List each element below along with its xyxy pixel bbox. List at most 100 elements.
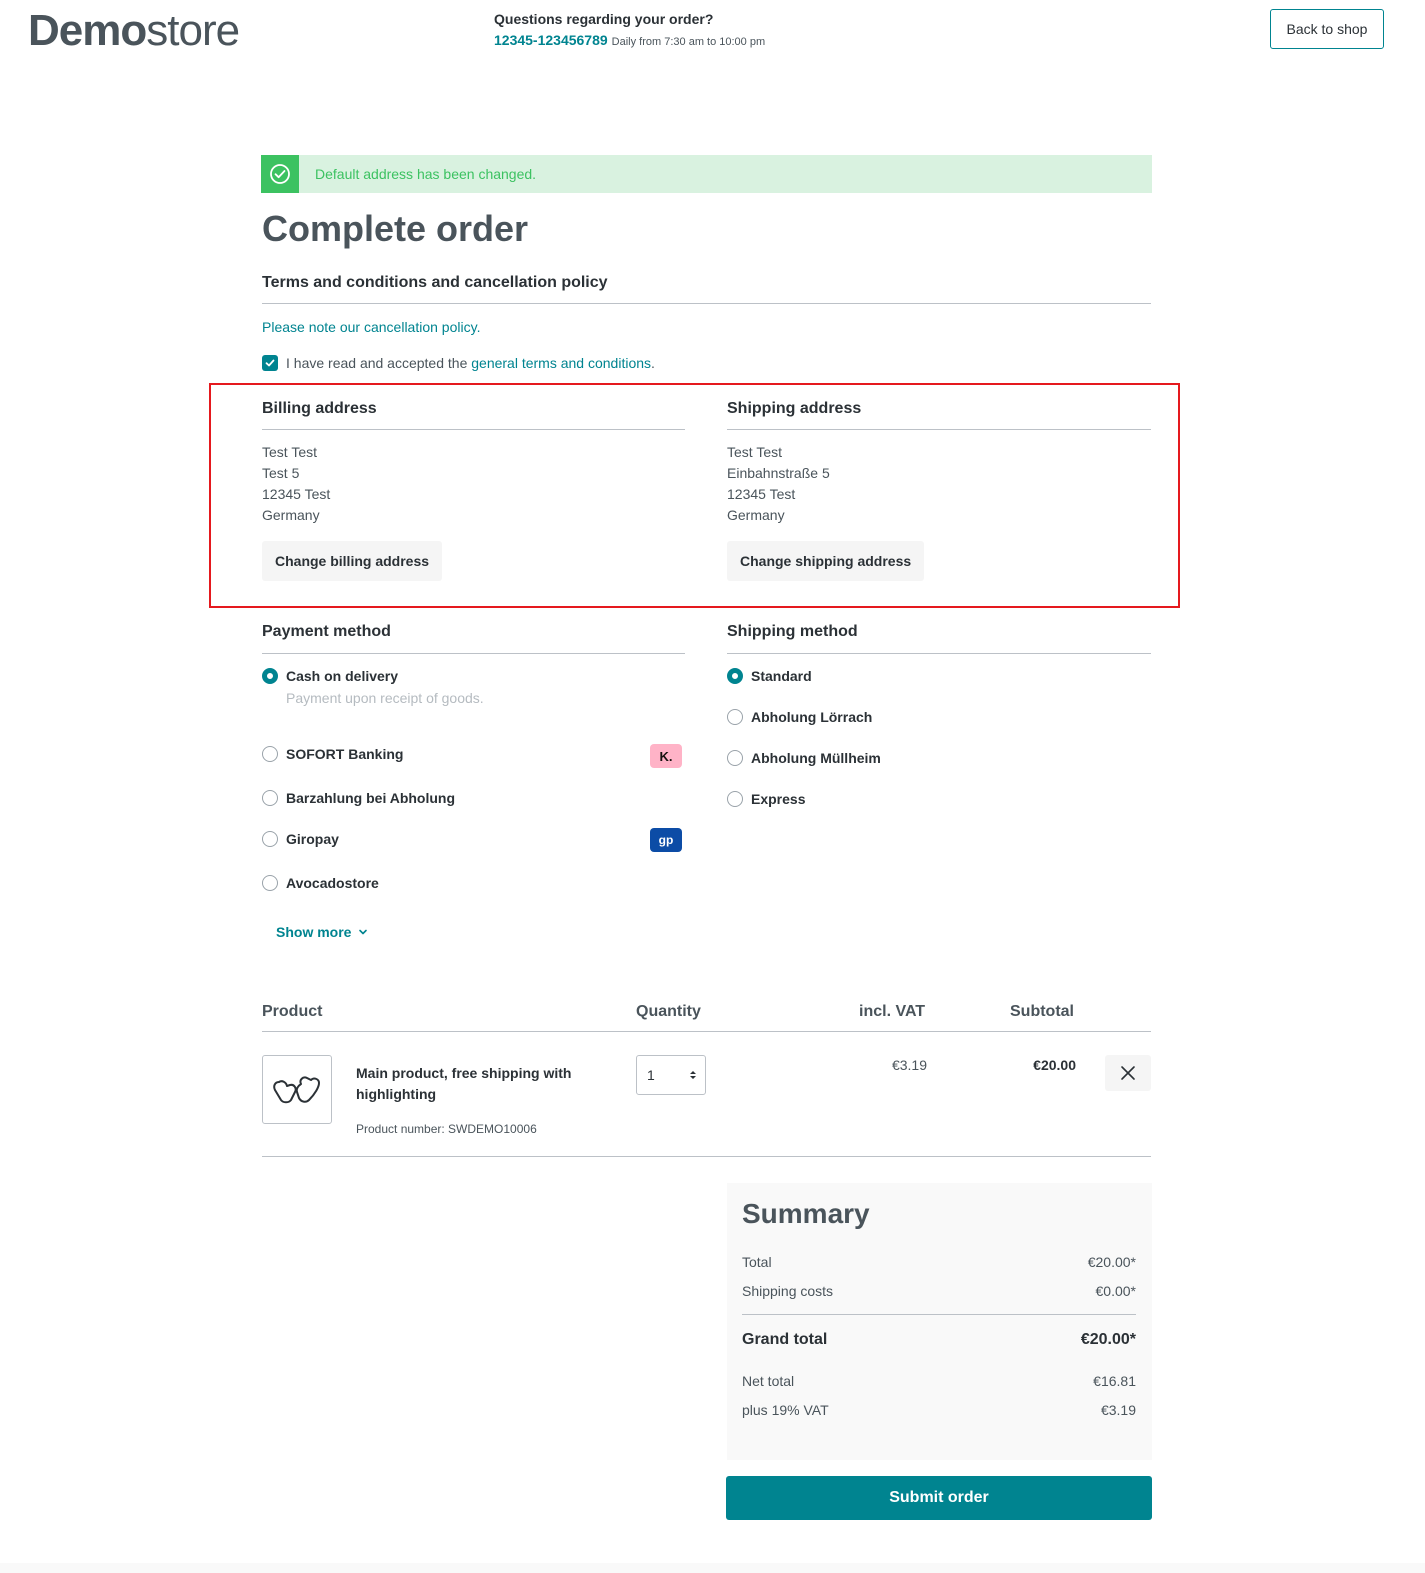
- terms-divider: [262, 303, 1151, 304]
- radio[interactable]: [262, 875, 278, 891]
- billing-line: Test Test: [262, 444, 317, 460]
- terms-prefix: I have read and accepted the: [286, 355, 472, 371]
- shipping-line: 12345 Test: [727, 486, 796, 502]
- product-image[interactable]: [262, 1055, 332, 1124]
- klarna-logo-icon: K.: [650, 744, 682, 768]
- shipping-method-divider: [727, 653, 1151, 654]
- summary-grand-total-row: Grand total €20.00*: [742, 1331, 1136, 1349]
- column-header-quantity: Quantity: [636, 1003, 701, 1020]
- payment-label: Giropay: [286, 831, 339, 847]
- payment-label: Barzahlung bei Abholung: [286, 790, 456, 806]
- check-circle-icon: [261, 155, 299, 193]
- payment-label: SOFORT Banking: [286, 746, 404, 762]
- header: Demostore Questions regarding your order…: [0, 0, 1425, 70]
- radio[interactable]: [262, 790, 278, 806]
- close-icon: [1121, 1066, 1135, 1080]
- shipping-line: Germany: [727, 507, 785, 523]
- radio[interactable]: [262, 746, 278, 762]
- summary-divider: [742, 1314, 1136, 1315]
- shipping-option-standard[interactable]: Standard: [727, 668, 812, 684]
- show-more-button[interactable]: Show more: [276, 924, 368, 940]
- shipping-address: Test Test Einbahnstraße 5 12345 Test Ger…: [727, 442, 830, 526]
- payment-option-cash-on-delivery[interactable]: Cash on delivery: [262, 668, 398, 684]
- shipping-option-express[interactable]: Express: [727, 791, 805, 807]
- payment-option-sofort[interactable]: SOFORT Banking: [262, 746, 403, 762]
- radio-selected[interactable]: [262, 668, 278, 684]
- submit-order-button[interactable]: Submit order: [726, 1476, 1152, 1520]
- billing-address-title: Billing address: [262, 400, 377, 417]
- terms-checkbox[interactable]: [262, 355, 278, 371]
- logo-light: store: [146, 6, 240, 55]
- cancellation-policy-link[interactable]: cancellation policy: [364, 319, 477, 335]
- terms-title: Terms and conditions and cancellation po…: [262, 274, 608, 291]
- cart-header-divider: [262, 1031, 1151, 1032]
- column-header-subtotal: Subtotal: [1010, 1003, 1074, 1020]
- page-title: Complete order: [262, 208, 529, 249]
- billing-line: Test 5: [262, 465, 300, 481]
- shipping-label: Abholung Müllheim: [751, 750, 881, 766]
- radio[interactable]: [727, 791, 743, 807]
- payment-label: Avocadostore: [286, 875, 379, 891]
- summary-label: Grand total: [742, 1331, 828, 1348]
- show-more-label: Show more: [276, 924, 352, 940]
- shipping-option-loerrach[interactable]: Abholung Lörrach: [727, 709, 872, 725]
- product-number: Product number: SWDEMO10006: [356, 1122, 537, 1136]
- success-alert: Default address has been changed.: [261, 155, 1152, 193]
- item-subtotal: €20.00: [1033, 1057, 1076, 1073]
- product-name[interactable]: Main product, free shipping with highlig…: [356, 1063, 596, 1105]
- summary-label: Net total: [742, 1373, 795, 1389]
- summary-value: €20.00*: [1087, 1254, 1136, 1270]
- giropay-logo-icon: gp: [650, 828, 682, 852]
- shipping-label: Standard: [751, 668, 812, 684]
- payment-option-barzahlung[interactable]: Barzahlung bei Abholung: [262, 790, 455, 806]
- radio[interactable]: [262, 831, 278, 847]
- column-header-vat: incl. VAT: [859, 1003, 926, 1020]
- summary-value: €20.00*: [1080, 1331, 1136, 1348]
- change-billing-address-button[interactable]: Change billing address: [262, 541, 443, 581]
- gloves-icon: [273, 1076, 320, 1103]
- shipping-label: Express: [751, 791, 806, 807]
- summary-value: €3.19: [1100, 1402, 1136, 1418]
- summary-label: Shipping costs: [742, 1283, 834, 1299]
- payment-description: Payment upon receipt of goods.: [286, 690, 484, 706]
- billing-line: Germany: [262, 507, 320, 523]
- quantity-select[interactable]: 1: [636, 1055, 706, 1095]
- contact-phone[interactable]: 12345-123456789: [494, 32, 608, 48]
- radio[interactable]: [727, 709, 743, 725]
- payment-option-giropay[interactable]: Giropay: [262, 831, 339, 847]
- billing-divider: [262, 429, 685, 430]
- terms-suffix: .: [651, 355, 655, 371]
- summary-vat-row: plus 19% VAT €3.19: [742, 1402, 1136, 1418]
- general-terms-link[interactable]: general terms and conditions: [471, 355, 651, 371]
- chevron-down-icon: [359, 929, 368, 935]
- summary-value: €16.81: [1093, 1373, 1136, 1389]
- contact-question: Questions regarding your order?: [494, 11, 714, 27]
- billing-line: 12345 Test: [262, 486, 331, 502]
- store-logo[interactable]: Demostore: [28, 6, 240, 56]
- policy-prefix: Please note our: [262, 319, 364, 335]
- shipping-label: Abholung Lörrach: [751, 709, 873, 725]
- payment-method-title: Payment method: [262, 623, 391, 640]
- terms-accept-row: I have read and accepted the general ter…: [262, 355, 655, 371]
- summary-label: Total: [742, 1254, 772, 1270]
- footer-band: [0, 1563, 1425, 1573]
- radio[interactable]: [727, 750, 743, 766]
- alert-text: Default address has been changed.: [315, 166, 537, 182]
- checkmark-icon: [265, 359, 275, 367]
- back-to-shop-button[interactable]: Back to shop: [1270, 9, 1384, 49]
- payment-divider: [262, 653, 685, 654]
- payment-option-avocadostore[interactable]: Avocadostore: [262, 875, 379, 891]
- shipping-line: Einbahnstraße 5: [727, 465, 830, 481]
- cancellation-policy-note: Please note our cancellation policy.: [262, 319, 480, 335]
- shipping-address-title: Shipping address: [727, 400, 862, 417]
- remove-item-button[interactable]: [1105, 1055, 1151, 1091]
- radio-selected[interactable]: [727, 668, 743, 684]
- summary-value: €0.00*: [1095, 1283, 1136, 1299]
- change-shipping-address-button[interactable]: Change shipping address: [727, 541, 925, 581]
- summary-title: Summary: [742, 1198, 870, 1229]
- shipping-option-muellheim[interactable]: Abholung Müllheim: [727, 750, 881, 766]
- logo-bold: Demo: [28, 6, 147, 55]
- column-header-product: Product: [262, 1003, 323, 1020]
- payment-label: Cash on delivery: [286, 668, 399, 684]
- order-summary: Summary Total €20.00* Shipping costs €0.00…: [727, 1183, 1152, 1460]
